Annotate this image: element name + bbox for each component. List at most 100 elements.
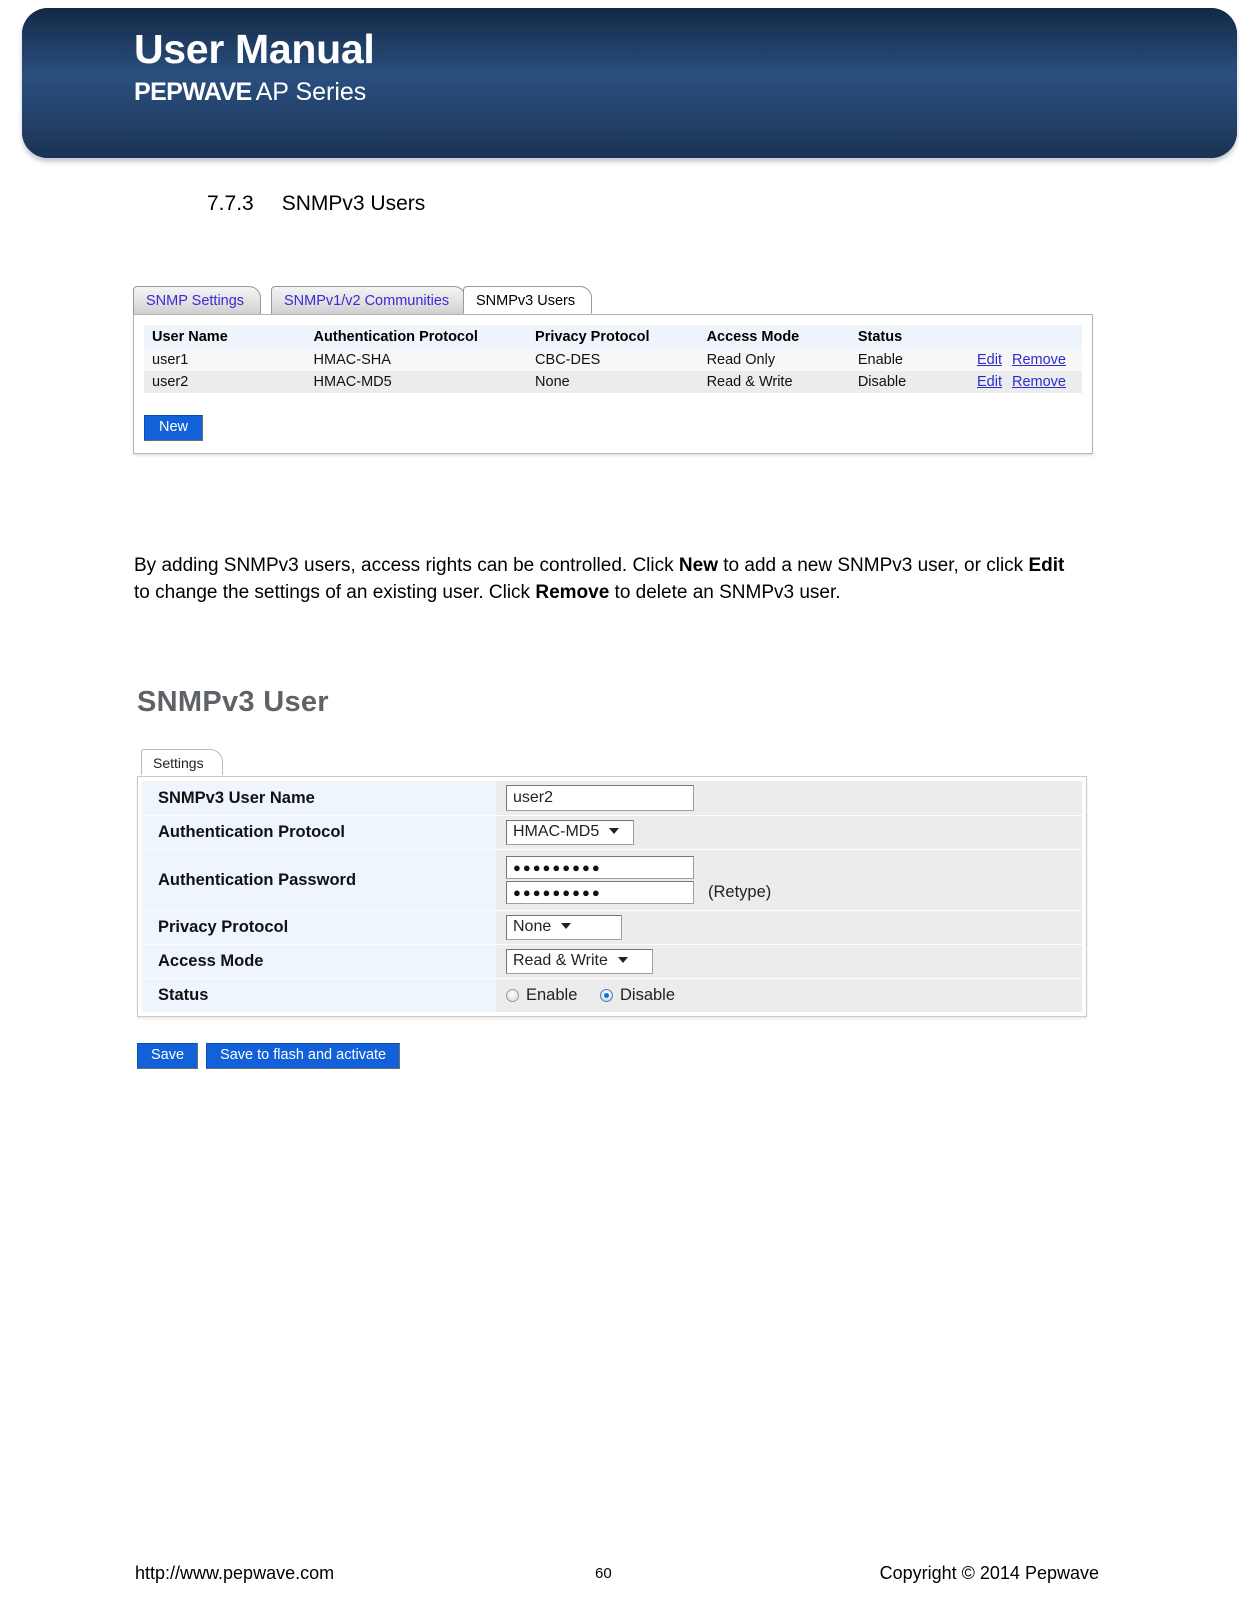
auth-protocol-select[interactable]: HMAC-MD5 [506, 820, 634, 845]
column-header-auth-protocol: Authentication Protocol [305, 325, 528, 349]
column-header-access-mode: Access Mode [698, 325, 850, 349]
tab-snmpv3-users[interactable]: SNMPv3 Users [463, 286, 593, 314]
value-auth-protocol: HMAC-MD5 [496, 815, 1082, 850]
cell-actions: Edit Remove [969, 371, 1082, 393]
value-status: Enable Disable [496, 978, 1082, 1012]
save-to-flash-and-activate-button[interactable]: Save to flash and activate [206, 1043, 401, 1069]
section-heading: 7.7.3 SNMPv3 Users [207, 192, 425, 216]
form-row-user-name: SNMPv3 User Name [142, 781, 1082, 816]
footer-page-number: 60 [595, 1565, 612, 1582]
status-radio-disable-label: Disable [619, 986, 676, 1005]
auth-password-row [506, 856, 1074, 879]
cell-user-name: user2 [144, 371, 306, 393]
auth-protocol-selected-value: HMAC-MD5 [513, 823, 600, 840]
remove-link[interactable]: Remove [1012, 374, 1066, 390]
form-row-access-mode: Access Mode Read & Write [142, 944, 1082, 979]
label-access-mode: Access Mode [142, 944, 496, 979]
snmpv3-users-table: User Name Authentication Protocol Privac… [144, 325, 1082, 393]
snmpv3-user-form: SNMPv3 User Name Authentication Protocol… [142, 781, 1082, 1012]
user-name-input[interactable] [506, 785, 694, 811]
form-row-status: Status Enable Disable [142, 978, 1082, 1012]
paragraph-part-1: By adding SNMPv3 users, access rights ca… [134, 555, 679, 576]
settings-form-panel: SNMPv3 User Name Authentication Protocol… [137, 776, 1087, 1017]
radio-selected-icon [599, 989, 613, 1003]
table-row: user2 HMAC-MD5 None Read & Write Disable… [144, 371, 1082, 393]
tab-settings[interactable]: Settings [141, 749, 223, 775]
privacy-protocol-selected-value: None [513, 918, 552, 935]
page-header-banner: User Manual PEPWAVE AP Series [22, 8, 1237, 158]
form-action-bar: Save Save to flash and activate [137, 1043, 1087, 1069]
column-header-user-name: User Name [144, 325, 306, 349]
section-title: SNMPv3 Users [281, 192, 426, 215]
snmpv3-user-form-screenshot: SNMPv3 User Settings SNMPv3 User Name Au… [137, 686, 1087, 1069]
paragraph-part-4: to delete an SNMPv3 user. [609, 582, 841, 603]
form-row-privacy-protocol: Privacy Protocol None [142, 910, 1082, 945]
status-radio-enable-label: Enable [526, 986, 578, 1005]
table-header-row: User Name Authentication Protocol Privac… [144, 325, 1082, 349]
paragraph-part-2: to add a new SNMPv3 user, or click [717, 555, 1029, 576]
radio-unselected-icon [506, 989, 519, 1003]
auth-password-retype-row: (Retype) [506, 881, 1074, 904]
edit-link[interactable]: Edit [977, 352, 1002, 368]
cell-actions: Edit Remove [969, 349, 1082, 371]
save-button[interactable]: Save [137, 1043, 199, 1069]
snmpv3-users-panel: User Name Authentication Protocol Privac… [133, 314, 1093, 454]
auth-password-retype-input[interactable] [506, 881, 694, 904]
form-title: SNMPv3 User [137, 686, 329, 718]
new-button-wrap: New [144, 415, 1082, 441]
label-auth-password: Authentication Password [142, 849, 496, 911]
status-radio-group: Enable Disable [506, 986, 693, 1005]
snmp-tabstrip: SNMP Settings SNMPv1/v2 Communities SNMP… [133, 286, 1093, 315]
page-footer: http://www.pepwave.com 60 Copyright © 20… [0, 1563, 1259, 1589]
settings-tabstrip: Settings [137, 749, 1087, 776]
section-number: 7.7.3 [207, 192, 254, 215]
edit-link[interactable]: Edit [977, 374, 1002, 390]
chevron-down-icon [561, 922, 572, 929]
paragraph-part-3: to change the settings of an existing us… [134, 582, 536, 603]
cell-privacy-protocol: CBC-DES [527, 349, 699, 371]
value-user-name [496, 781, 1082, 816]
footer-url[interactable]: http://www.pepwave.com [135, 1563, 334, 1584]
new-button[interactable]: New [144, 415, 204, 441]
cell-access-mode: Read Only [698, 349, 850, 371]
form-row-auth-password: Authentication Password (Retype) [142, 849, 1082, 911]
label-auth-protocol: Authentication Protocol [142, 815, 496, 850]
body-paragraph: By adding SNMPv3 users, access rights ca… [134, 552, 1074, 606]
cell-status: Disable [849, 371, 969, 393]
label-privacy-protocol: Privacy Protocol [142, 910, 496, 945]
cell-auth-protocol: HMAC-SHA [305, 349, 528, 371]
tab-snmp-settings[interactable]: SNMP Settings [133, 286, 262, 314]
value-privacy-protocol: None [496, 910, 1082, 945]
privacy-protocol-select[interactable]: None [506, 915, 622, 940]
brand-name: PEPWAVE [134, 78, 252, 107]
cell-status: Enable [849, 349, 969, 371]
column-header-status: Status [849, 325, 969, 349]
chevron-down-icon [609, 827, 620, 834]
paragraph-bold-edit: Edit [1028, 555, 1065, 576]
paragraph-bold-remove: Remove [535, 582, 610, 603]
label-user-name: SNMPv3 User Name [142, 781, 496, 816]
status-radio-enable[interactable]: Enable [506, 986, 577, 1005]
tab-snmpv1v2-communities[interactable]: SNMPv1/v2 Communities [271, 286, 467, 314]
snmpv3-users-screenshot: SNMP Settings SNMPv1/v2 Communities SNMP… [133, 286, 1093, 454]
access-mode-select[interactable]: Read & Write [506, 949, 653, 974]
brand-series: AP Series [255, 78, 367, 107]
cell-auth-protocol: HMAC-MD5 [305, 371, 528, 393]
value-auth-password: (Retype) [496, 849, 1082, 911]
manual-title: User Manual [134, 26, 375, 72]
label-status: Status [142, 978, 496, 1012]
column-header-privacy-protocol: Privacy Protocol [527, 325, 699, 349]
paragraph-bold-new: New [678, 555, 718, 576]
auth-password-input[interactable] [506, 856, 694, 879]
brand-logo: PEPWAVE AP Series [134, 78, 1237, 107]
chevron-down-icon [617, 956, 628, 963]
status-radio-disable[interactable]: Disable [599, 986, 676, 1005]
cell-access-mode: Read & Write [698, 371, 850, 393]
remove-link[interactable]: Remove [1012, 352, 1066, 368]
cell-privacy-protocol: None [527, 371, 699, 393]
cell-user-name: user1 [144, 349, 306, 371]
value-access-mode: Read & Write [496, 944, 1082, 979]
retype-note: (Retype) [708, 883, 772, 902]
form-row-auth-protocol: Authentication Protocol HMAC-MD5 [142, 815, 1082, 850]
footer-copyright: Copyright © 2014 Pepwave [879, 1563, 1099, 1583]
